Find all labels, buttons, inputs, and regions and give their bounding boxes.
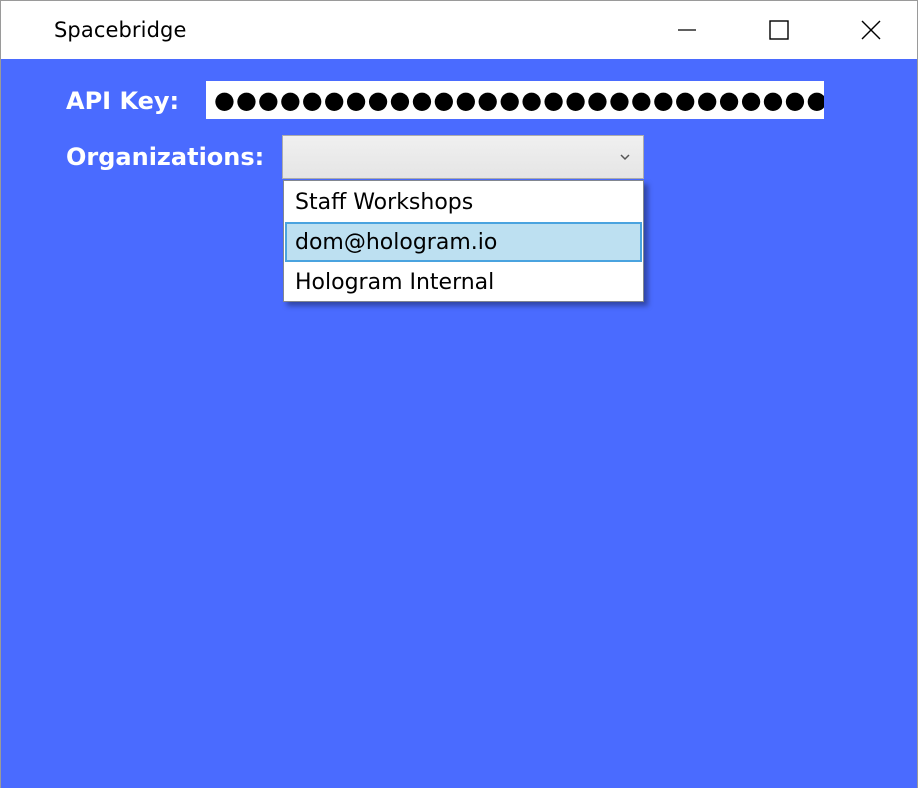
window-title: Spacebridge	[54, 18, 187, 42]
chevron-down-icon	[620, 154, 630, 161]
api-key-label: API Key:	[66, 87, 180, 115]
minimize-button[interactable]	[641, 1, 733, 59]
api-key-input[interactable]: ●●●●●●●●●●●●●●●●●●●●●●●●●●●●●	[206, 81, 824, 119]
close-button[interactable]	[825, 1, 917, 59]
main-content: API Key: ●●●●●●●●●●●●●●●●●●●●●●●●●●●●● O…	[1, 59, 917, 788]
organizations-combobox[interactable]	[282, 135, 644, 179]
maximize-button[interactable]	[733, 1, 825, 59]
close-icon	[861, 20, 881, 40]
app-window: Spacebridge API Key: ●●●●●●●●●●●●●●●●●●●…	[0, 0, 918, 788]
dropdown-option[interactable]: Hologram Internal	[285, 262, 642, 302]
dropdown-option[interactable]: Staff Workshops	[285, 182, 642, 222]
minimize-icon	[678, 29, 696, 31]
maximize-icon	[769, 20, 789, 40]
title-bar[interactable]: Spacebridge	[1, 1, 917, 59]
organizations-label: Organizations:	[66, 143, 265, 171]
dropdown-option-highlighted[interactable]: dom@hologram.io	[285, 222, 642, 262]
organizations-dropdown-list: Staff Workshops dom@hologram.io Hologram…	[283, 180, 644, 302]
